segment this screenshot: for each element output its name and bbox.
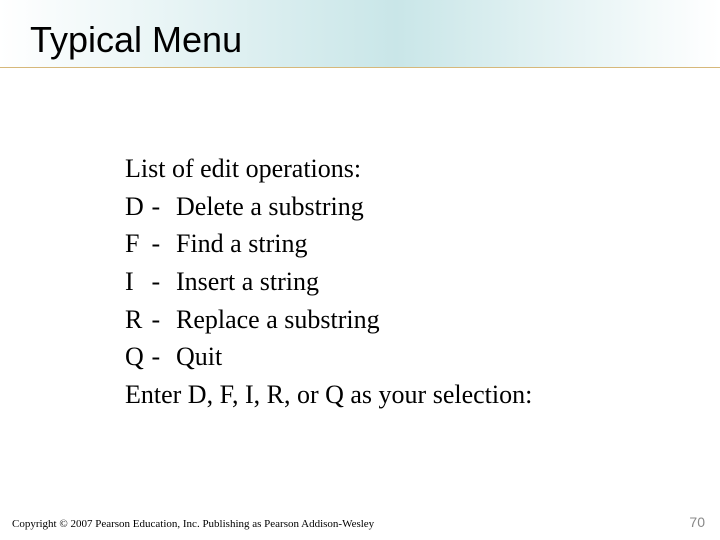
item-sep: - — [152, 301, 170, 339]
item-sep: - — [152, 338, 170, 376]
item-desc: Replace a substring — [176, 305, 380, 334]
item-desc: Insert a string — [176, 267, 319, 296]
title-underline — [0, 67, 720, 68]
item-key: I — [125, 263, 145, 301]
slide-body: List of edit operations: D - Delete a su… — [125, 150, 685, 414]
item-key: Q — [125, 338, 145, 376]
item-sep: - — [152, 225, 170, 263]
list-item: I - Insert a string — [125, 263, 685, 301]
item-key: F — [125, 225, 145, 263]
page-number: 70 — [689, 514, 705, 530]
prompt-line: Enter D, F, I, R, or Q as your selection… — [125, 376, 685, 414]
title-bar: Typical Menu — [0, 0, 720, 68]
slide-title: Typical Menu — [30, 20, 720, 60]
item-key: D — [125, 188, 145, 226]
item-desc: Find a string — [176, 229, 307, 258]
list-item: D - Delete a substring — [125, 188, 685, 226]
list-item: Q - Quit — [125, 338, 685, 376]
item-desc: Delete a substring — [176, 192, 364, 221]
copyright-footer: Copyright © 2007 Pearson Education, Inc.… — [12, 518, 374, 530]
item-key: R — [125, 301, 145, 339]
item-sep: - — [152, 263, 170, 301]
list-item: R - Replace a substring — [125, 301, 685, 339]
item-desc: Quit — [176, 342, 222, 371]
list-heading: List of edit operations: — [125, 150, 685, 188]
list-item: F - Find a string — [125, 225, 685, 263]
item-sep: - — [152, 188, 170, 226]
